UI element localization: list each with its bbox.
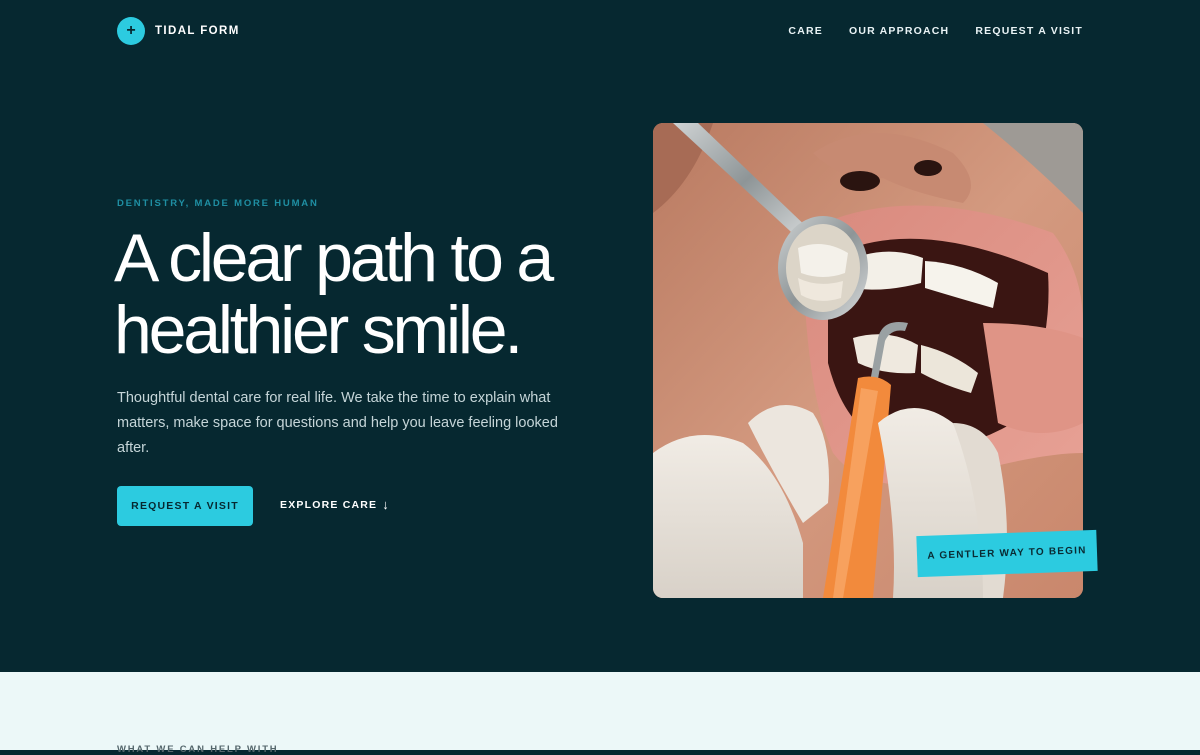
hero-headline: A clear path to a healthier smile. bbox=[114, 220, 554, 368]
arrow-down-icon: ↓ bbox=[382, 497, 389, 512]
site-header: + TIDAL FORM CARE OUR APPROACH REQUEST A… bbox=[117, 17, 1083, 47]
explore-care-link[interactable]: EXPLORE CARE ↓ bbox=[280, 497, 389, 512]
brand-name: TIDAL FORM bbox=[155, 25, 240, 37]
request-visit-button[interactable]: REQUEST A VISIT bbox=[117, 486, 253, 526]
hero-eyebrow: DENTISTRY, MADE MORE HUMAN bbox=[117, 198, 319, 209]
hero-section: + TIDAL FORM CARE OUR APPROACH REQUEST A… bbox=[0, 0, 1200, 672]
logo[interactable]: + TIDAL FORM bbox=[117, 17, 240, 45]
services-section: WHAT WE CAN HELP WITH bbox=[0, 672, 1200, 755]
nav-care[interactable]: CARE bbox=[788, 25, 823, 37]
hero-lede: Thoughtful dental care for real life. We… bbox=[117, 390, 558, 456]
nav-our-approach[interactable]: OUR APPROACH bbox=[849, 25, 949, 37]
plus-icon: + bbox=[117, 17, 145, 45]
nav-request-a-visit[interactable]: REQUEST A VISIT bbox=[975, 25, 1083, 37]
main-nav: CARE OUR APPROACH REQUEST A VISIT bbox=[788, 25, 1083, 37]
explore-care-label: EXPLORE CARE bbox=[280, 498, 378, 511]
hero-photo-dental-exam bbox=[653, 123, 1083, 598]
hero-badge: A GENTLER WAY TO BEGIN bbox=[916, 529, 1098, 578]
